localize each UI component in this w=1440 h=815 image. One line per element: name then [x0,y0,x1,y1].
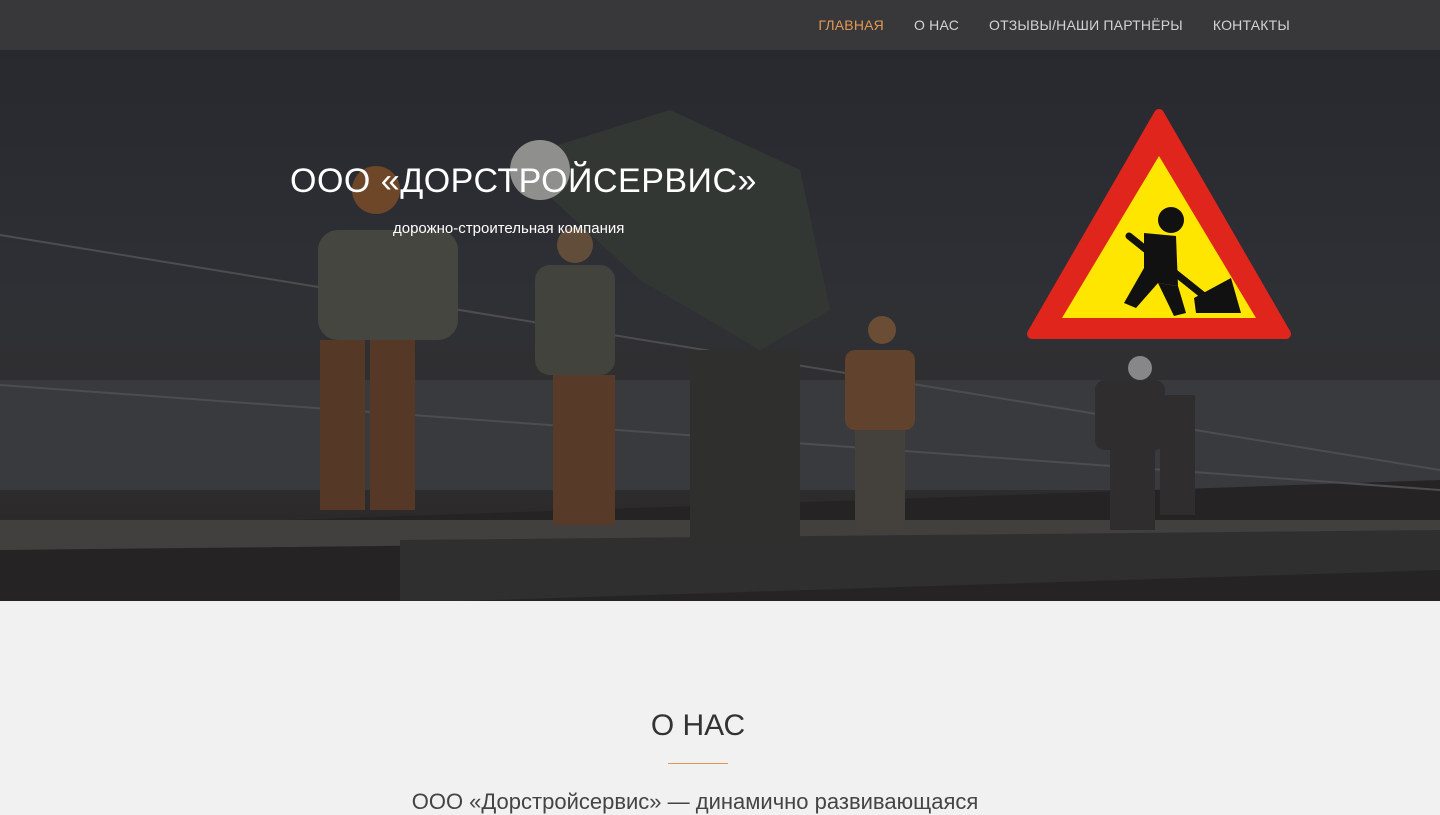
nav-menu: ГЛАВНАЯ О НАС ОТЗЫВЫ/НАШИ ПАРТНЁРЫ КОНТА… [818,0,1290,50]
nav-item-home[interactable]: ГЛАВНАЯ [818,17,884,33]
heading-divider [668,763,728,764]
about-section: О НАС ООО «Дорстройсервис» — динамично р… [0,601,1440,814]
about-heading: О НАС [650,709,746,742]
nav-item-reviews-partners[interactable]: ОТЗЫВЫ/НАШИ ПАРТНЁРЫ [989,17,1183,33]
about-text: ООО «Дорстройсервис» — динамично развива… [411,789,979,814]
hero-subtitle: дорожно-строительная компания [393,220,625,237]
hero-banner: ООО «ДОРСТРОЙСЕРВИС» дорожно-строительна… [0,50,1440,601]
hero-title: ООО «ДОРСТРОЙСЕРВИС» [290,162,757,200]
top-navbar: ГЛАВНАЯ О НАС ОТЗЫВЫ/НАШИ ПАРТНЁРЫ КОНТА… [0,0,1440,50]
road-works-sign-icon [1027,109,1291,339]
nav-item-contacts[interactable]: КОНТАКТЫ [1213,17,1290,33]
nav-item-about[interactable]: О НАС [914,17,959,33]
